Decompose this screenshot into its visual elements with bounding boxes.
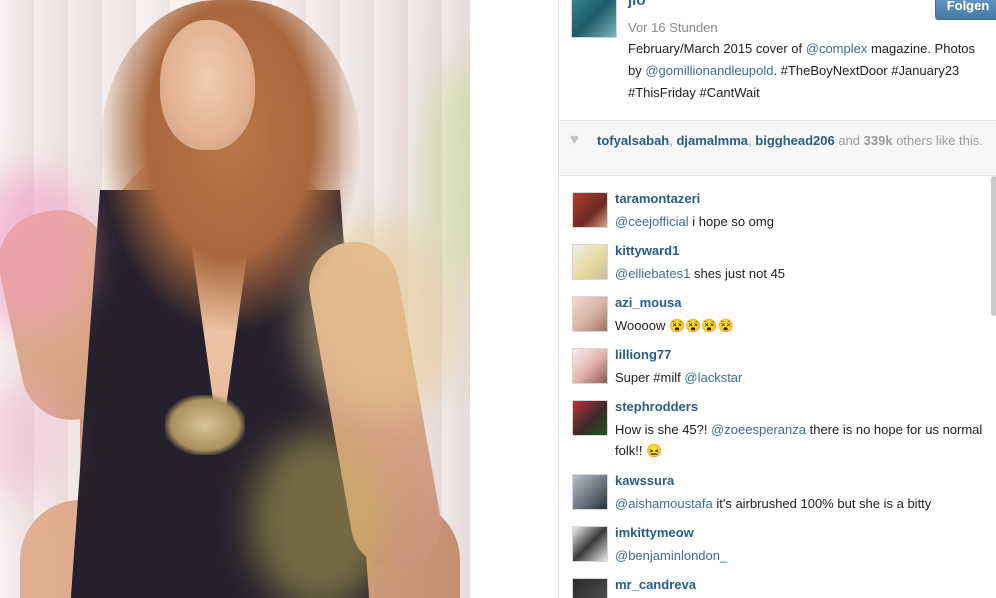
post-timestamp: Vor 16 Stunden [628, 20, 718, 35]
commenter-avatar[interactable] [572, 296, 608, 332]
commenter-avatar[interactable] [572, 348, 608, 384]
commenter-username[interactable]: mr_candreva [615, 577, 696, 592]
owner-avatar[interactable] [571, 0, 617, 38]
commenter-avatar[interactable] [572, 474, 608, 510]
post-caption: February/March 2015 cover of @complex ma… [628, 38, 988, 104]
comment-mention[interactable]: @elliebates1 [615, 266, 690, 281]
comment-mention[interactable]: @ceejofficial [615, 214, 689, 229]
comment-body: i hope so omg [688, 214, 774, 229]
comment-item: azi_mousa Woooow 😵😵😵😵 [559, 280, 996, 333]
comments-scrollbar[interactable] [991, 176, 996, 316]
comment-text: How is she 45?! @zoeesperanza there is n… [615, 419, 985, 461]
commenter-username[interactable]: azi_mousa [615, 295, 681, 310]
photo-blur-flower [250, 430, 390, 598]
commenter-username[interactable]: stephrodders [615, 399, 698, 414]
post-header: jlo Folgen Vor 16 Stunden February/March… [559, 0, 996, 121]
commenter-username[interactable]: imkittymeow [615, 525, 694, 540]
commenter-avatar[interactable] [572, 400, 608, 436]
comment-body: Super #milf [615, 370, 685, 385]
comments-list: taramontazeri @ceejofficial i hope so om… [559, 176, 996, 598]
comment-item: stephrodders How is she 45?! @zoeesperan… [559, 384, 996, 458]
comment-body: shes just not 45 [690, 266, 786, 281]
likes-row: ♥ tofyalsabah, djamalmma, bigghead206 an… [559, 121, 996, 176]
comment-mention[interactable]: @aishamoustafa [615, 496, 713, 511]
owner-username[interactable]: jlo [628, 0, 646, 9]
photo-face [160, 20, 255, 150]
liker-username[interactable]: bigghead206 [755, 133, 834, 148]
commenter-username[interactable]: kawssura [615, 473, 674, 488]
comment-body: Woooow 😵😵😵😵 [615, 318, 734, 333]
commenter-avatar[interactable] [572, 578, 608, 598]
comment-item: kittyward1 @elliebates1 shes just not 45 [559, 228, 996, 281]
caption-mention[interactable]: @gomillionandleupold [645, 63, 773, 78]
heart-icon[interactable]: ♥ [570, 132, 584, 147]
likes-text: tofyalsabah, djamalmma, bigghead206 and … [597, 131, 987, 150]
comment-item: mr_candreva [559, 562, 996, 598]
comment-mention[interactable]: @benjaminlondon_ [615, 548, 727, 563]
caption-mention[interactable]: @complex [806, 41, 868, 56]
comment-item: imkittymeow @benjaminlondon_ [559, 510, 996, 563]
liker-username[interactable]: djamalmma [676, 133, 748, 148]
likes-rest: others like this. [892, 133, 983, 148]
post-photo[interactable] [0, 0, 470, 598]
commenter-username[interactable]: taramontazeri [615, 191, 700, 206]
commenter-avatar[interactable] [572, 192, 608, 228]
photo-brooch [165, 395, 245, 455]
liker-username[interactable]: tofyalsabah [597, 133, 669, 148]
post-sidebar: jlo Folgen Vor 16 Stunden February/March… [558, 0, 996, 598]
comment-body: it's airbrushed 100% but she is a bitty [712, 496, 932, 511]
follow-button[interactable]: Folgen [935, 0, 996, 20]
comment-item: lilliong77 Super #milf @lackstar [559, 332, 996, 385]
caption-text: February/March 2015 cover of [628, 41, 806, 56]
comment-mention[interactable]: @zoeesperanza [711, 422, 806, 437]
commenter-avatar[interactable] [572, 244, 608, 280]
commenter-username[interactable]: lilliong77 [615, 347, 671, 362]
comment-item: kawssura @aishamoustafa it's airbrushed … [559, 458, 996, 511]
comment-mention[interactable]: @lackstar [684, 370, 742, 385]
likes-count[interactable]: 339k [864, 133, 893, 148]
commenter-avatar[interactable] [572, 526, 608, 562]
commenter-username[interactable]: kittyward1 [615, 243, 679, 258]
photo-gap [470, 0, 558, 598]
comment-item: taramontazeri @ceejofficial i hope so om… [559, 176, 996, 229]
likes-and: and [834, 133, 864, 148]
comment-body: How is she 45?! [615, 422, 712, 437]
